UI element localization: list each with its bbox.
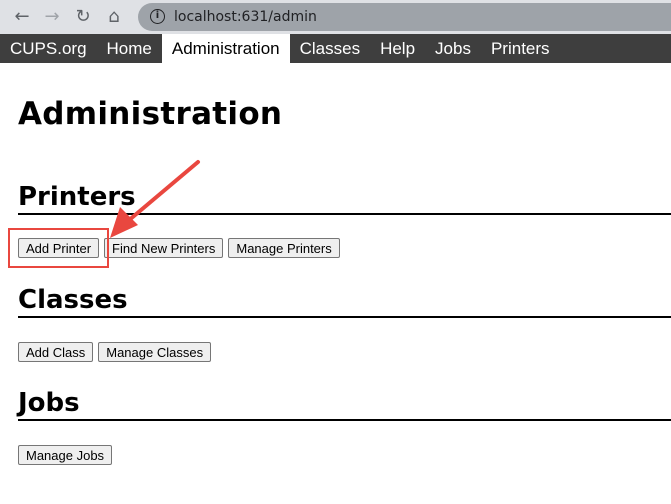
annotation-arrow-icon bbox=[110, 160, 200, 238]
